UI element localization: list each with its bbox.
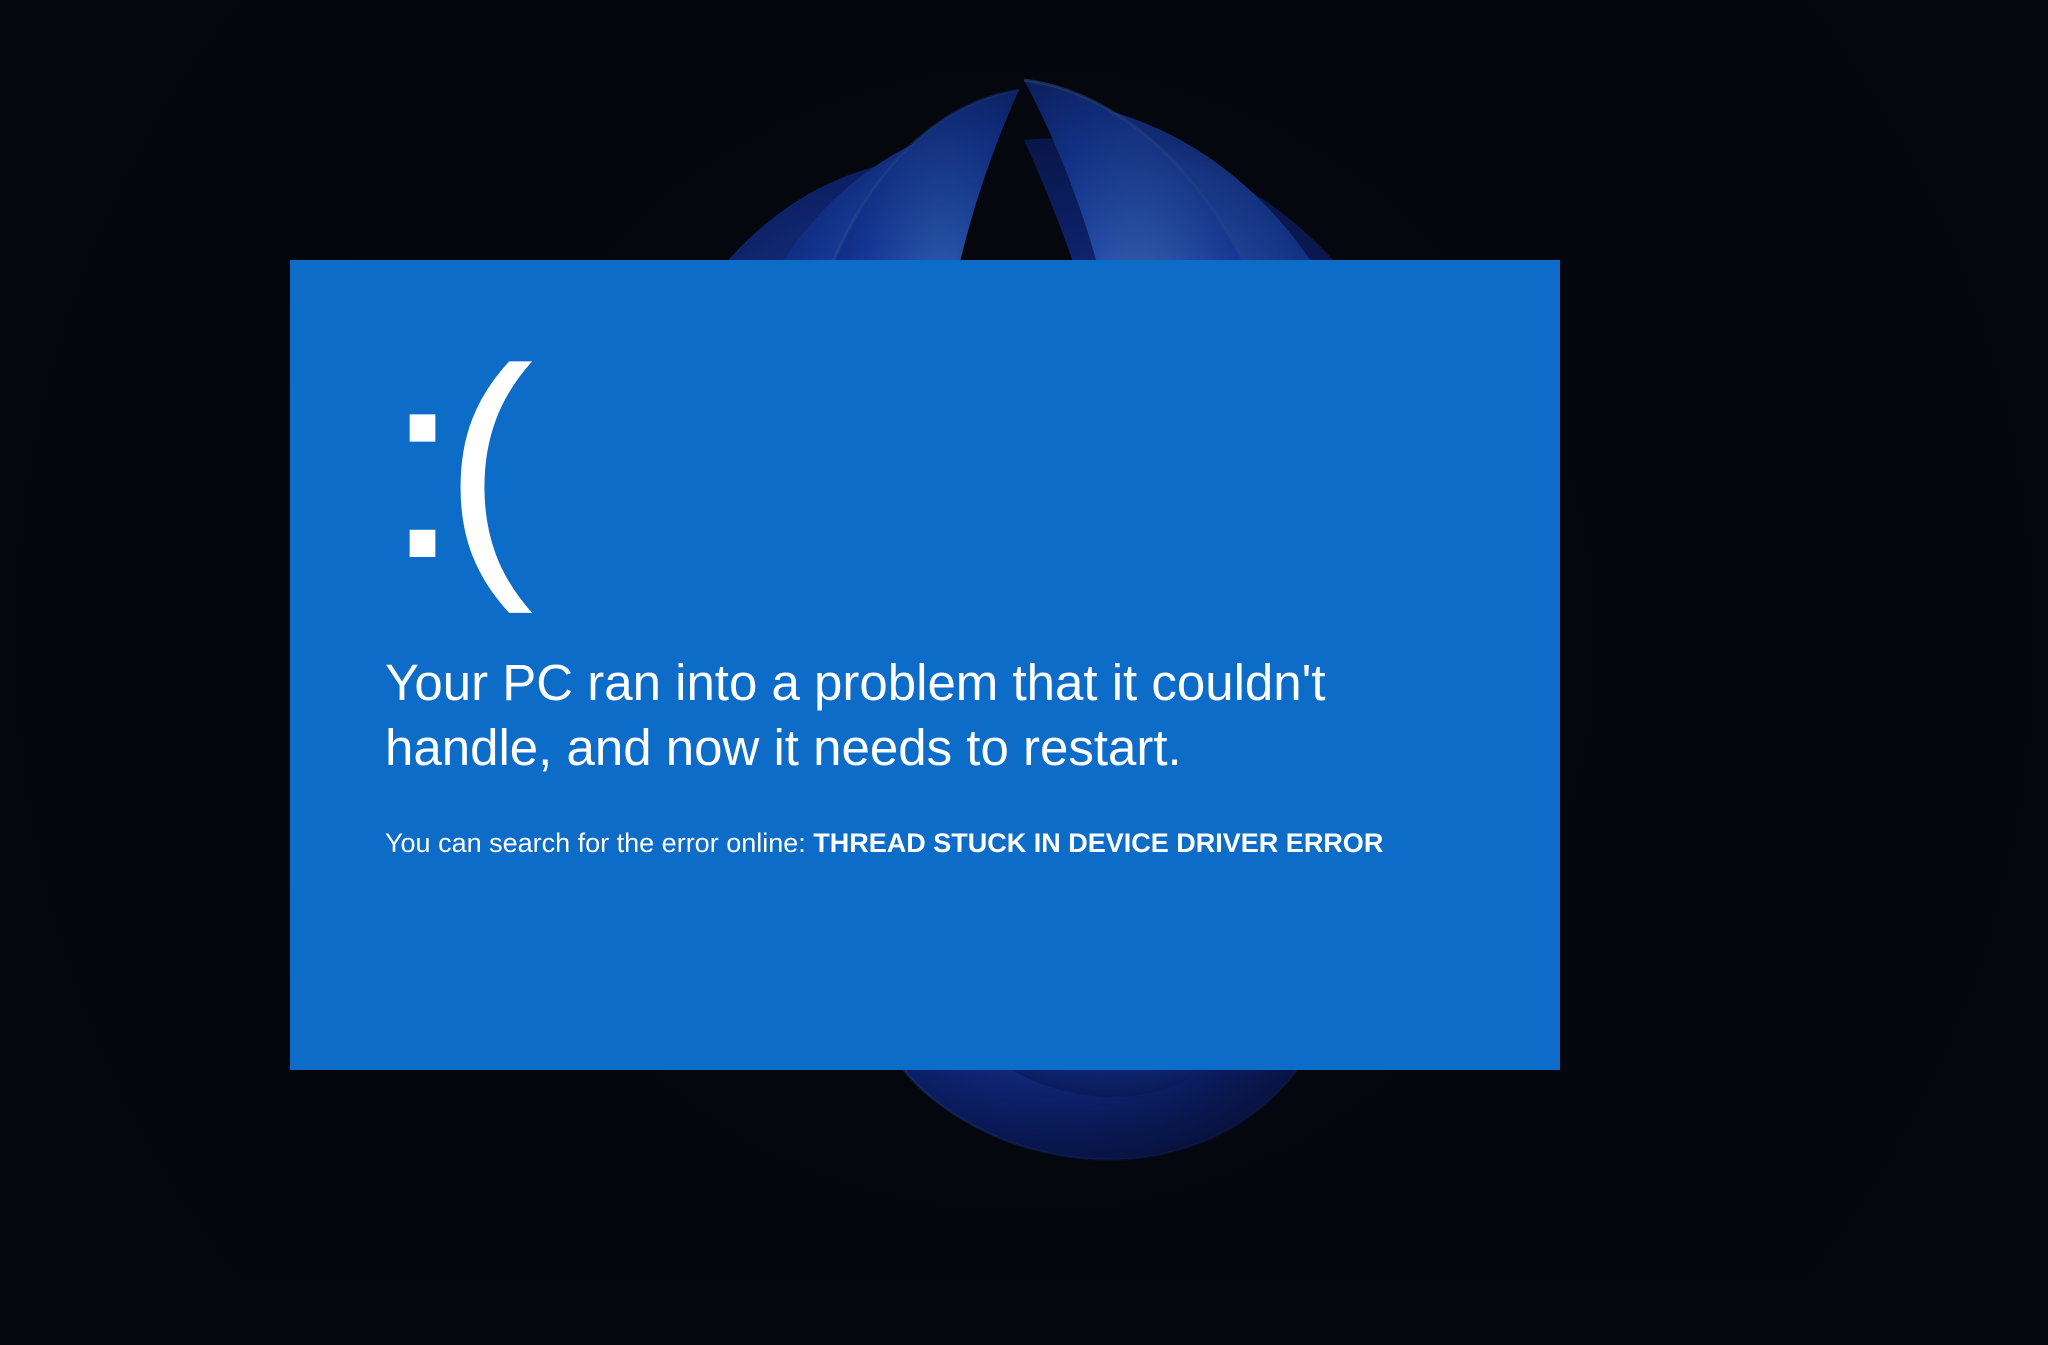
bsod-search-prefix: You can search for the error online: bbox=[385, 828, 813, 858]
bsod-main-message: Your PC ran into a problem that it could… bbox=[385, 650, 1465, 781]
bsod-error-code: THREAD STUCK IN DEVICE DRIVER ERROR bbox=[813, 828, 1383, 858]
sad-face-icon: :( bbox=[385, 350, 1465, 580]
bsod-search-line: You can search for the error online: THR… bbox=[385, 828, 1465, 859]
bsod-error-panel: :( Your PC ran into a problem that it co… bbox=[290, 260, 1560, 1070]
